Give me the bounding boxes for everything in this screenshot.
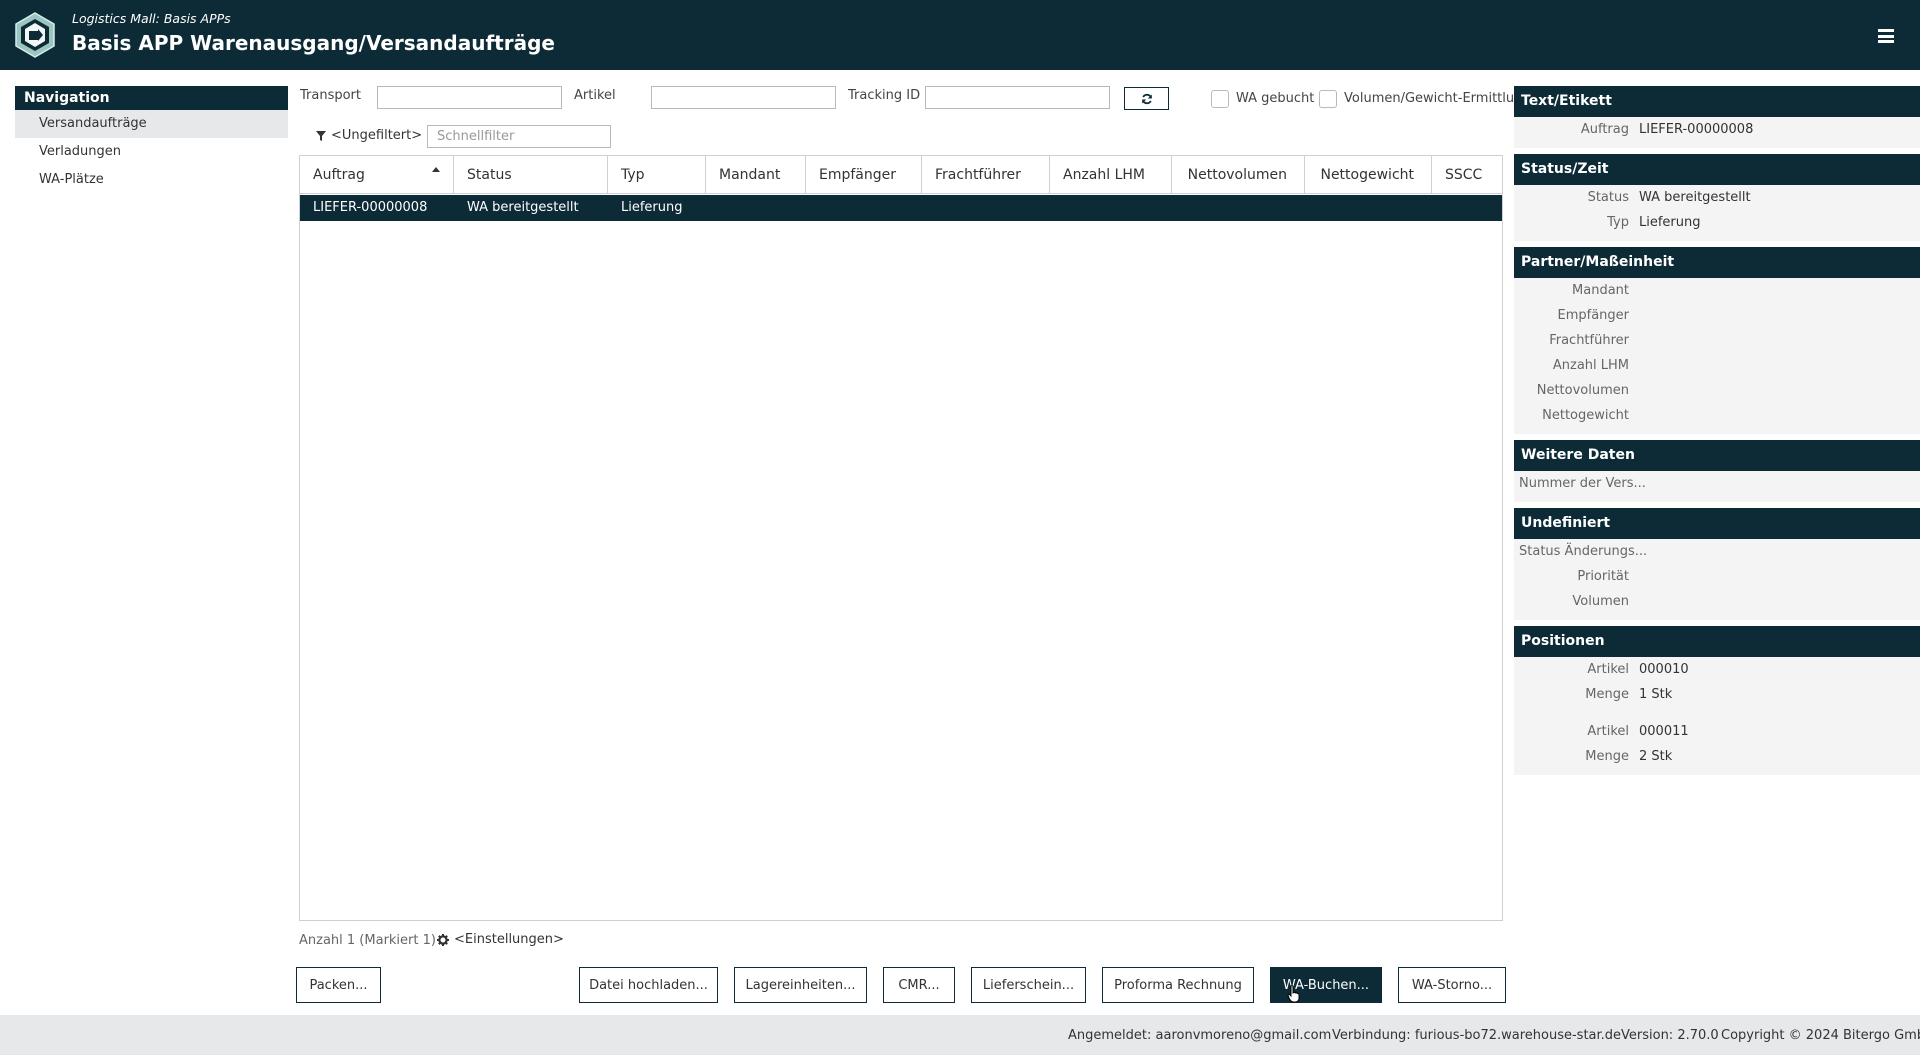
- cell-frachtfuehrer: [922, 195, 1050, 221]
- sidebar-item-versandauftraege[interactable]: Versandaufträge: [15, 110, 288, 138]
- proforma-rechnung-button[interactable]: Proforma Rechnung: [1102, 967, 1254, 1003]
- connection-info: Verbindung: furious-bo72.warehouse-star.…: [1332, 1028, 1622, 1043]
- orders-table: Auftrag Status Typ Mandant Empfänger Fra…: [299, 155, 1503, 921]
- column-header-nettovolumen[interactable]: Nettovolumen: [1172, 156, 1305, 194]
- row-count: Anzahl 1 (Markiert 1): [299, 933, 436, 948]
- column-header-status[interactable]: Status: [454, 156, 608, 194]
- volumen-gewicht-checkbox[interactable]: [1319, 90, 1337, 108]
- page-title: Basis APP Warenausgang/Versandaufträge: [72, 31, 555, 55]
- detail-section-status-zeit: Status/Zeit Status WA bereitgestellt Typ L…: [1514, 154, 1920, 241]
- detail-row-menge: Menge 1 Stk: [1585, 687, 1673, 702]
- settings-button[interactable]: <Einstellungen>: [437, 932, 564, 947]
- wa-storno-button[interactable]: WA-Storno...: [1398, 967, 1506, 1003]
- table-row[interactable]: LIEFER-00000008 WA bereitgestellt Liefer…: [300, 195, 1502, 221]
- tracking-id-input[interactable]: [925, 86, 1110, 109]
- detail-row-prioritaet: Priorität: [1577, 569, 1629, 584]
- copyright-info: Copyright © 2024 Bitergo GmbH: [1721, 1028, 1920, 1043]
- app-subtitle: Logistics Mall: Basis APPs: [72, 11, 231, 26]
- detail-panel: Text/Etikett Auftrag LIEFER-00000008 Stat…: [1514, 86, 1920, 781]
- section-title: Positionen: [1514, 626, 1920, 657]
- detail-section-undefiniert: Undefiniert Status Änderungs... Prioritä…: [1514, 508, 1920, 620]
- lieferschein-button[interactable]: Lieferschein...: [971, 967, 1086, 1003]
- cell-status: WA bereitgestellt: [467, 200, 579, 215]
- lagereinheiten-button[interactable]: Lagereinheiten...: [734, 967, 867, 1003]
- tracking-id-label: Tracking ID: [848, 88, 921, 103]
- wa-gebucht-checkbox[interactable]: [1211, 90, 1229, 108]
- detail-row-volumen: Volumen: [1572, 594, 1629, 609]
- column-header-nettogewicht[interactable]: Nettogewicht: [1305, 156, 1432, 194]
- section-title: Weitere Daten: [1514, 440, 1920, 471]
- sidebar-item-verladungen[interactable]: Verladungen: [15, 138, 288, 166]
- version-info: Version: 2.70.0: [1621, 1028, 1719, 1043]
- refresh-icon: [1141, 93, 1152, 104]
- section-title: Undefiniert: [1514, 508, 1920, 539]
- detail-row-status-aenderung: Status Änderungs...: [1519, 544, 1648, 559]
- detail-section-text-etikett: Text/Etikett Auftrag LIEFER-00000008: [1514, 86, 1920, 148]
- section-title: Partner/Maßeinheit: [1514, 247, 1920, 278]
- detail-row-empfaenger: Empfänger: [1557, 308, 1629, 323]
- artikel-input[interactable]: [651, 86, 836, 109]
- logged-in-user: Angemeldet: aaronvmoreno@gmail.com: [1068, 1028, 1332, 1043]
- app-header: Logistics Mall: Basis APPs Basis APP War…: [0, 0, 1920, 70]
- refresh-button[interactable]: [1124, 87, 1169, 110]
- transport-input[interactable]: [377, 86, 562, 109]
- detail-row-mandant: Mandant: [1572, 283, 1629, 298]
- sidebar-item-wa-plaetze[interactable]: WA-Plätze: [15, 166, 288, 194]
- sidebar: Navigation Versandaufträge Verladungen W…: [15, 86, 288, 194]
- detail-row-anzahl-lhm: Anzahl LHM: [1552, 358, 1629, 373]
- detail-row-status: Status WA bereitgestellt: [1587, 190, 1751, 205]
- cell-anzahl-lhm: [1050, 195, 1172, 221]
- detail-section-positionen: Positionen Artikel 000010 Menge 1 Stk Arti…: [1514, 626, 1920, 775]
- section-title: Text/Etikett: [1514, 86, 1920, 117]
- filter-state-button[interactable]: <Ungefiltert>: [316, 128, 422, 143]
- detail-row-artikel: Artikel 000010: [1587, 662, 1689, 677]
- hand-cursor-icon: [1287, 985, 1300, 1003]
- detail-row-frachtfuehrer: Frachtführer: [1549, 333, 1629, 348]
- detail-row-artikel: Artikel 000011: [1587, 724, 1689, 739]
- hexagon-logo-icon: [15, 12, 55, 58]
- transport-label: Transport: [300, 88, 362, 103]
- nav-title: Navigation: [15, 86, 288, 110]
- cell-mandant: [706, 195, 806, 221]
- gear-icon: [437, 933, 449, 946]
- volumen-gewicht-label: Volumen/Gewicht-Ermittlung: [1344, 91, 1531, 106]
- packen-button[interactable]: Packen...: [296, 967, 381, 1003]
- datei-hochladen-button[interactable]: Datei hochladen...: [579, 967, 718, 1003]
- detail-row-auftrag: Auftrag LIEFER-00000008: [1580, 122, 1754, 137]
- detail-row-nummer-versand: Nummer der Vers...: [1519, 476, 1646, 491]
- column-header-anzahl-lhm[interactable]: Anzahl LHM: [1050, 156, 1172, 194]
- column-header-frachtfuehrer[interactable]: Frachtführer: [922, 156, 1050, 194]
- detail-row-nettovolumen: Nettovolumen: [1536, 383, 1629, 398]
- section-title: Status/Zeit: [1514, 154, 1920, 185]
- cell-typ: Lieferung: [621, 200, 683, 215]
- artikel-label: Artikel: [574, 88, 616, 103]
- cell-nettogewicht: [1305, 195, 1432, 221]
- cmr-button[interactable]: CMR...: [883, 967, 955, 1003]
- status-bar: Angemeldet: aaronvmoreno@gmail.com Verbi…: [0, 1015, 1920, 1055]
- column-header-empfaenger[interactable]: Empfänger: [806, 156, 922, 194]
- cell-empfaenger: [806, 195, 922, 221]
- column-header-sscc[interactable]: SSCC: [1432, 156, 1502, 194]
- hamburger-menu-icon[interactable]: [1878, 29, 1894, 43]
- detail-row-menge: Menge 2 Stk: [1585, 749, 1673, 764]
- settings-label: <Einstellungen>: [454, 932, 564, 947]
- column-header-auftrag[interactable]: Auftrag: [300, 156, 454, 194]
- table-header: Auftrag Status Typ Mandant Empfänger Fra…: [300, 156, 1502, 194]
- sort-ascending-icon: [432, 167, 440, 172]
- wa-gebucht-label: WA gebucht: [1236, 91, 1315, 106]
- detail-row-nettogewicht: Nettogewicht: [1542, 408, 1629, 423]
- detail-row-typ: Typ Lieferung: [1607, 215, 1701, 230]
- quick-filter-input[interactable]: [427, 125, 611, 148]
- column-header-typ[interactable]: Typ: [608, 156, 706, 194]
- detail-section-partner: Partner/Maßeinheit Mandant Empfänger Fra…: [1514, 247, 1920, 434]
- cell-sscc: [1432, 195, 1502, 221]
- detail-section-weitere-daten: Weitere Daten Nummer der Vers...: [1514, 440, 1920, 502]
- filter-state-label: <Ungefiltert>: [331, 128, 423, 143]
- cell-nettovolumen: [1172, 195, 1305, 221]
- cell-auftrag: LIEFER-00000008: [313, 200, 428, 215]
- column-header-mandant[interactable]: Mandant: [706, 156, 806, 194]
- filter-icon: [316, 130, 326, 141]
